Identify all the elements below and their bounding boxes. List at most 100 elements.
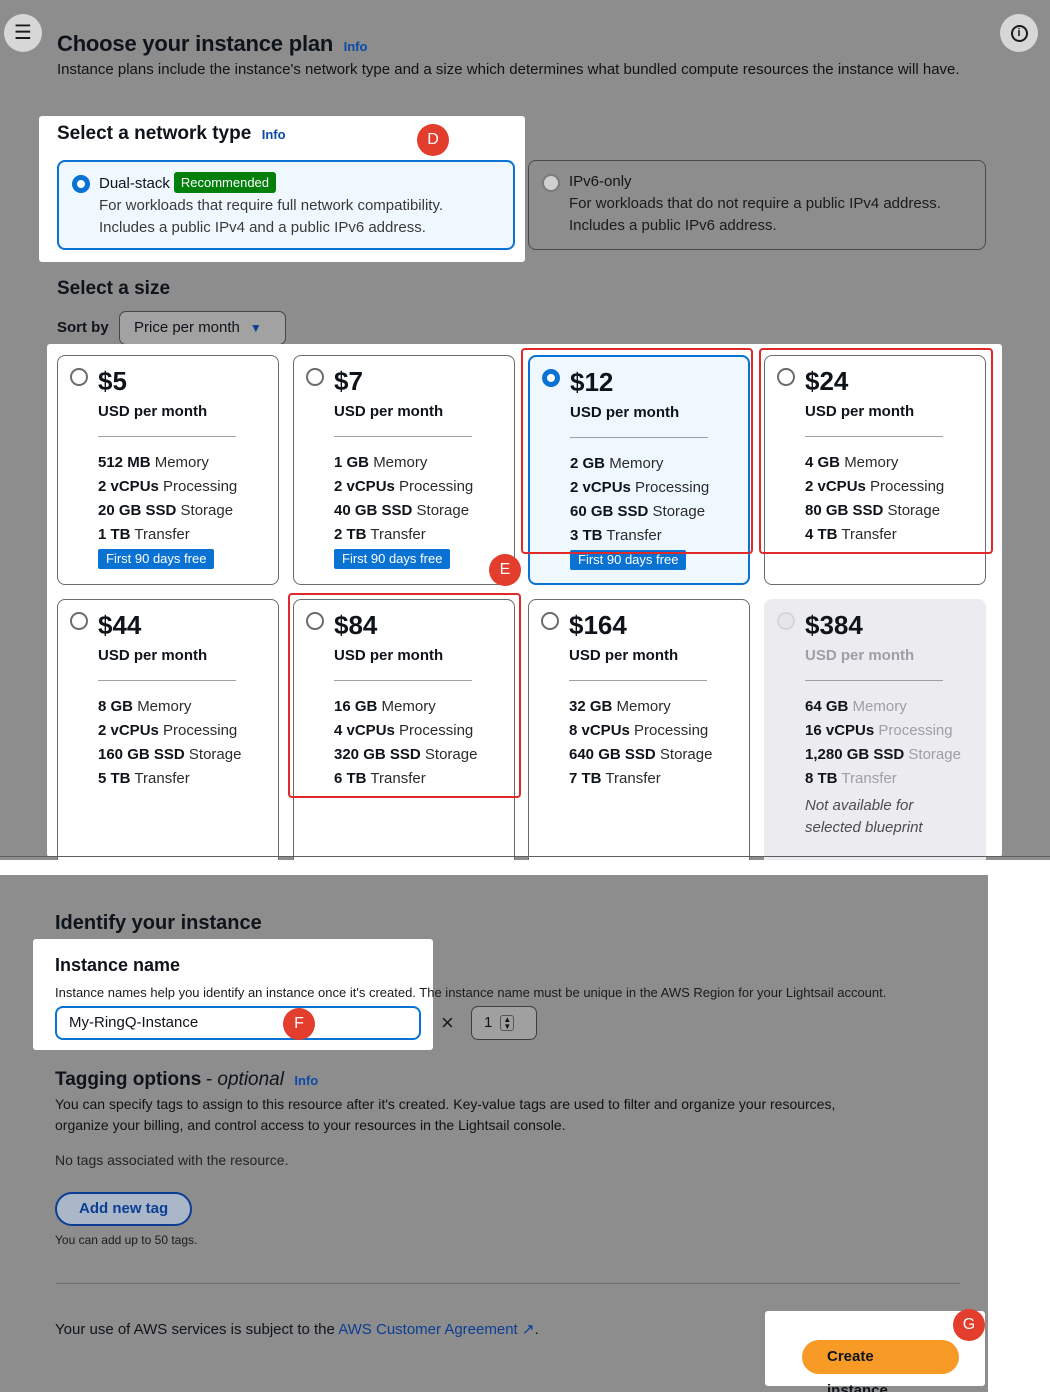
tagging-optional: - optional: [205, 1069, 284, 1090]
external-link-icon: ↗: [521, 1321, 535, 1338]
divider: [569, 680, 707, 681]
tag-limit-text: You can add up to 50 tags.: [55, 1233, 198, 1247]
spec-transfer: 2 TB Transfer: [334, 526, 426, 543]
divider: [98, 680, 236, 681]
plan-price: $5: [98, 366, 127, 396]
divider: [0, 856, 1050, 857]
ipv6-only-desc-2: Includes a public IPv6 address.: [569, 217, 777, 234]
instance-name-input[interactable]: My-RingQ-Instance: [55, 1006, 421, 1040]
size-card-44[interactable]: $44 USD per month 8 GB Memory 2 vCPUs Pr…: [57, 599, 279, 860]
size-card-384: $384 USD per month 64 GB Memory 16 vCPUs…: [764, 599, 986, 860]
size-card-7[interactable]: $7 USD per month 1 GB Memory 2 vCPUs Pro…: [293, 355, 515, 585]
free-tier-badge: First 90 days free: [334, 549, 451, 569]
agreement-text: Your use of AWS services is subject to t…: [55, 1321, 539, 1338]
plan-period: USD per month: [98, 403, 208, 420]
sort-by-value: Price per month: [134, 319, 240, 336]
not-available-note: Not available for selected blueprint: [805, 797, 923, 836]
sort-by-label: Sort by: [57, 319, 109, 336]
dual-stack-title: Dual-stack: [99, 175, 170, 192]
sort-by-select[interactable]: Price per month ▼: [119, 311, 286, 345]
dual-stack-radio[interactable]: [72, 175, 90, 193]
size-radio[interactable]: [541, 612, 559, 630]
instance-name-value: My-RingQ-Instance: [69, 1014, 199, 1031]
info-circle-icon: i: [1010, 24, 1028, 42]
help-button[interactable]: i: [1000, 14, 1038, 52]
spec-transfer: 5 TB Transfer: [98, 770, 190, 787]
marker-d: D: [417, 124, 449, 156]
plan-info-link[interactable]: Info: [344, 39, 368, 54]
plan-period: USD per month: [805, 647, 915, 664]
plan-period: USD per month: [334, 403, 444, 420]
divider: [334, 436, 472, 437]
spec-memory: 8 GB Memory: [98, 698, 192, 715]
identify-panel: Identify your instance Instance name Ins…: [0, 875, 988, 1392]
spec-transfer: 8 TB Transfer: [805, 770, 897, 787]
marker-e: E: [489, 554, 521, 586]
spec-transfer: 7 TB Transfer: [569, 770, 661, 787]
tagging-info-link[interactable]: Info: [294, 1073, 318, 1088]
annotation-box-24: [759, 348, 993, 554]
page-title: Choose your instance plan: [57, 31, 334, 56]
create-instance-button[interactable]: Create instance: [802, 1340, 959, 1392]
network-title: Select a network type: [57, 123, 252, 144]
plan-price: $44: [98, 610, 142, 640]
network-header: Select a network type Info: [57, 123, 286, 145]
size-radio[interactable]: [306, 368, 324, 386]
spec-processing: 8 vCPUs Processing: [569, 722, 709, 739]
tagging-desc-1: You can specify tags to assign to this r…: [55, 1096, 836, 1112]
plan-header: Choose your instance plan Info: [57, 31, 367, 57]
ipv6-only-title: IPv6-only: [569, 173, 632, 190]
annotation-box-84: [288, 593, 521, 798]
ipv6-only-radio[interactable]: [542, 174, 560, 192]
size-title: Select a size: [57, 278, 171, 299]
size-radio: [777, 612, 795, 630]
plan-period: USD per month: [98, 647, 208, 664]
hamburger-icon: ☰: [14, 22, 32, 44]
plan-price: $7: [334, 366, 363, 396]
no-tags-text: No tags associated with the resource.: [55, 1152, 289, 1168]
spec-memory: 1 GB Memory: [334, 454, 428, 471]
marker-f: F: [283, 1008, 315, 1040]
plan-description: Instance plans include the instance's ne…: [57, 61, 960, 78]
instance-name-help: Instance names help you identify an inst…: [55, 985, 887, 1000]
spec-processing: 2 vCPUs Processing: [334, 478, 474, 495]
customer-agreement-link[interactable]: AWS Customer Agreement: [338, 1321, 518, 1338]
dual-stack-desc-2: Includes a public IPv4 and a public IPv6…: [99, 219, 426, 236]
caret-down-icon: ▼: [249, 321, 262, 335]
identify-title: Identify your instance: [55, 912, 262, 934]
plan-price: $164: [569, 610, 627, 640]
network-option-dual-stack[interactable]: Dual-stack Recommended For workloads that…: [57, 160, 515, 250]
add-new-tag-button[interactable]: Add new tag: [55, 1192, 193, 1226]
size-radio[interactable]: [70, 368, 88, 386]
plan-period: USD per month: [569, 647, 679, 664]
spec-storage: 20 GB SSD Storage: [98, 502, 234, 519]
menu-button[interactable]: ☰: [4, 14, 42, 52]
annotation-box-12: [521, 348, 753, 554]
spinner-icon[interactable]: ▲ ▼: [500, 1015, 515, 1031]
tagging-desc-2: organize your billing, and control acces…: [55, 1117, 566, 1133]
spec-storage: 640 GB SSD Storage: [569, 746, 713, 763]
spec-storage: 1,280 GB SSD Storage: [805, 746, 961, 763]
instance-count-stepper[interactable]: 1 ▲ ▼: [471, 1006, 537, 1040]
size-radio[interactable]: [70, 612, 88, 630]
spec-transfer: 1 TB Transfer: [98, 526, 190, 543]
instance-name-label: Instance name: [55, 955, 181, 975]
spec-processing: 16 vCPUs Processing: [805, 722, 953, 739]
spec-storage: 160 GB SSD Storage: [98, 746, 242, 763]
recommended-badge: Recommended: [173, 172, 277, 193]
spec-storage: 40 GB SSD Storage: [334, 502, 470, 519]
size-card-5[interactable]: $5 USD per month 512 MB Memory 2 vCPUs P…: [57, 355, 279, 585]
spec-memory: 512 MB Memory: [98, 454, 209, 471]
ipv6-only-desc-1: For workloads that do not require a publ…: [569, 195, 941, 212]
marker-g: G: [953, 1309, 985, 1341]
spec-processing: 2 vCPUs Processing: [98, 478, 238, 495]
plan-price: $384: [805, 610, 863, 640]
size-card-164[interactable]: $164 USD per month 32 GB Memory 8 vCPUs …: [528, 599, 750, 860]
instance-count-value: 1: [484, 1014, 493, 1031]
network-option-ipv6-only[interactable]: IPv6-only For workloads that do not requ…: [528, 160, 986, 250]
divider: [805, 680, 943, 681]
divider: [56, 1283, 960, 1284]
spec-memory: 32 GB Memory: [569, 698, 671, 715]
network-info-link[interactable]: Info: [262, 127, 286, 142]
free-tier-badge: First 90 days free: [98, 549, 215, 569]
